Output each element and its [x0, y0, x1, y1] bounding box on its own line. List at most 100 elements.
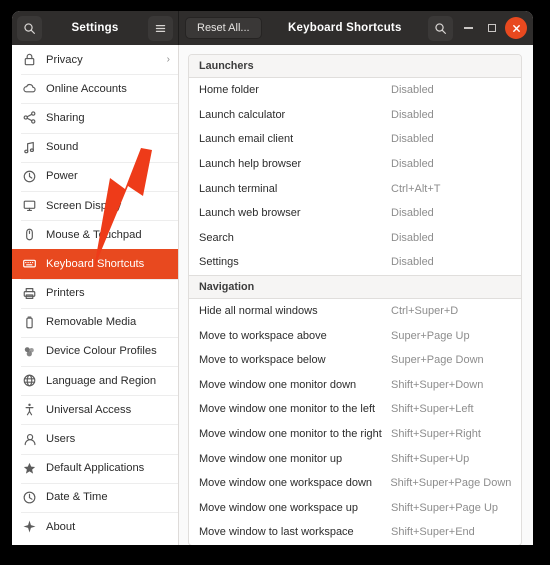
keyboard-icon-wrap [21, 255, 38, 272]
maximize-icon [488, 24, 496, 32]
sidebar-item-label: Keyboard Shortcuts [46, 257, 145, 270]
shortcut-row[interactable]: Move to workspace below Super+Page Down [189, 348, 521, 373]
sidebar-divider [21, 424, 178, 426]
sidebar-item-date-time[interactable]: Date & Time [12, 482, 178, 512]
cloud-icon-wrap [21, 80, 38, 97]
usb-drive-icon-wrap [21, 314, 38, 331]
sidebar-divider [21, 220, 178, 222]
reset-all-button[interactable]: Reset All... [185, 17, 262, 39]
sidebar-item-label: Online Accounts [46, 82, 127, 95]
app-search-button[interactable] [17, 15, 42, 41]
sidebar-item-label: Language and Region [46, 374, 157, 387]
sidebar-item-default-applications[interactable]: Default Applications [12, 453, 178, 483]
power-icon-wrap [21, 168, 38, 185]
shortcut-value: Ctrl+Alt+T [391, 182, 441, 195]
shortcut-value: Disabled [391, 231, 434, 244]
menu-button[interactable] [148, 15, 173, 41]
sidebar-item-keyboard-shortcuts[interactable]: Keyboard Shortcuts [12, 249, 178, 279]
sidebar-item-power[interactable]: Power [12, 161, 178, 191]
shortcut-row[interactable]: Move to workspace above Super+Page Up [189, 323, 521, 348]
sidebar-item-device-colour-profiles[interactable]: Device Colour Profiles [12, 336, 178, 366]
sidebar-item-removable-media[interactable]: Removable Media [12, 307, 178, 337]
shortcut-row[interactable]: Move window one workspace down Shift+Supe… [189, 471, 521, 496]
sidebar-divider [21, 103, 178, 105]
sidebar-item-label: About [46, 520, 76, 533]
shortcut-row[interactable]: Hide all normal windows Ctrl+Super+D [189, 299, 521, 324]
section-header: Navigation [189, 274, 521, 299]
shortcut-name: Move window one monitor up [199, 452, 343, 465]
shortcut-row[interactable]: Move window one monitor to the left Shift… [189, 397, 521, 422]
sidebar-item-universal-access[interactable]: Universal Access [12, 395, 178, 424]
shortcut-value: Shift+Super+Up [391, 452, 470, 465]
sidebar-item-sound[interactable]: Sound [12, 132, 178, 162]
maximize-button[interactable] [481, 17, 503, 39]
sidebar-item-label: Removable Media [46, 316, 137, 329]
sidebar-item-privacy[interactable]: Privacy › [12, 45, 178, 74]
window-body: Privacy › Online Accounts Sharing Sound Power… [12, 45, 533, 545]
shortcut-row[interactable]: Home folder Disabled [189, 78, 521, 103]
shortcut-value: Super+Page Down [391, 354, 484, 367]
cloud-icon [23, 84, 36, 93]
power-icon [23, 170, 36, 183]
sidebar-item-about[interactable]: About [12, 512, 178, 541]
shortcut-row[interactable]: Launch help browser Disabled [189, 152, 521, 177]
sidebar-item-label: Mouse & Touchpad [46, 228, 142, 241]
shortcut-row[interactable]: Launch terminal Ctrl+Alt+T [189, 176, 521, 201]
sidebar-divider [21, 190, 178, 192]
sidebar-divider [21, 74, 178, 76]
shortcut-value: Super+Page Up [391, 329, 470, 342]
shortcut-value: Disabled [391, 158, 434, 171]
settings-window: Settings Reset All... Keyboard Shortcuts [12, 11, 533, 545]
sidebar-divider [21, 336, 178, 338]
sidebar-item-label: Device Colour Profiles [46, 345, 157, 358]
shortcut-row[interactable]: Launch calculator Disabled [189, 103, 521, 128]
music-note-icon [24, 141, 35, 153]
shortcut-row[interactable]: Move window one monitor to the right Shif… [189, 422, 521, 447]
close-button[interactable] [505, 17, 527, 39]
sidebar-item-mouse-touchpad[interactable]: Mouse & Touchpad [12, 220, 178, 249]
shortcut-row[interactable]: Move window one monitor down Shift+Super+… [189, 373, 521, 398]
shortcut-value: Disabled [391, 108, 434, 121]
sidebar-item-users[interactable]: Users [12, 424, 178, 453]
shortcut-name: Launch terminal [199, 182, 278, 195]
shortcut-row[interactable]: Launch email client Disabled [189, 127, 521, 152]
accessibility-icon-wrap [21, 401, 38, 418]
mouse-icon-wrap [21, 226, 38, 243]
sidebar-item-printers[interactable]: Printers [12, 278, 178, 308]
globe-icon [23, 374, 36, 387]
sidebar-item-label: Power [46, 170, 78, 183]
shortcut-row[interactable]: Launch web browser Disabled [189, 201, 521, 226]
shortcut-row[interactable]: Move window to last workspace Shift+Super… [189, 520, 521, 545]
minimize-button[interactable] [457, 17, 479, 39]
shortcut-row[interactable]: Settings Disabled [189, 250, 521, 275]
sidebar: Privacy › Online Accounts Sharing Sound Power… [12, 45, 179, 545]
sidebar-item-sharing[interactable]: Sharing [12, 103, 178, 132]
sidebar-item-label: Privacy [46, 53, 83, 66]
sidebar-item-screen-display[interactable]: Screen Display [12, 190, 178, 220]
sidebar-divider [21, 512, 178, 513]
shortcut-value: Disabled [391, 133, 434, 146]
page-search-button[interactable] [428, 15, 453, 41]
shortcut-name: Move window one monitor down [199, 378, 357, 391]
shortcut-row[interactable]: Move window one monitor up Shift+Super+Up [189, 446, 521, 471]
hamburger-menu-icon [155, 24, 166, 32]
sidebar-item-label: Sharing [46, 111, 85, 124]
shortcut-row[interactable]: Search Disabled [189, 226, 521, 251]
monitor-icon-wrap [21, 197, 38, 214]
lock-icon-wrap [21, 51, 38, 68]
titlebar-right: Reset All... Keyboard Shortcuts [179, 11, 533, 45]
shortcut-name: Move window to last workspace [199, 526, 354, 539]
star-icon [23, 462, 36, 474]
sidebar-item-language-and-region[interactable]: Language and Region [12, 366, 178, 395]
shortcut-value: Shift+Super+Left [391, 403, 474, 416]
sidebar-item-online-accounts[interactable]: Online Accounts [12, 74, 178, 103]
sidebar-item-label: Printers [46, 287, 85, 300]
shortcut-name: Search [199, 231, 234, 244]
users-icon [24, 433, 36, 445]
app-title: Settings [71, 22, 119, 34]
sidebar-item-label: Date & Time [46, 491, 108, 504]
sidebar-divider [21, 482, 178, 484]
info-diamond-icon-wrap [21, 518, 38, 535]
users-icon-wrap [21, 431, 38, 448]
shortcut-row[interactable]: Move window one workspace up Shift+Super+… [189, 496, 521, 521]
